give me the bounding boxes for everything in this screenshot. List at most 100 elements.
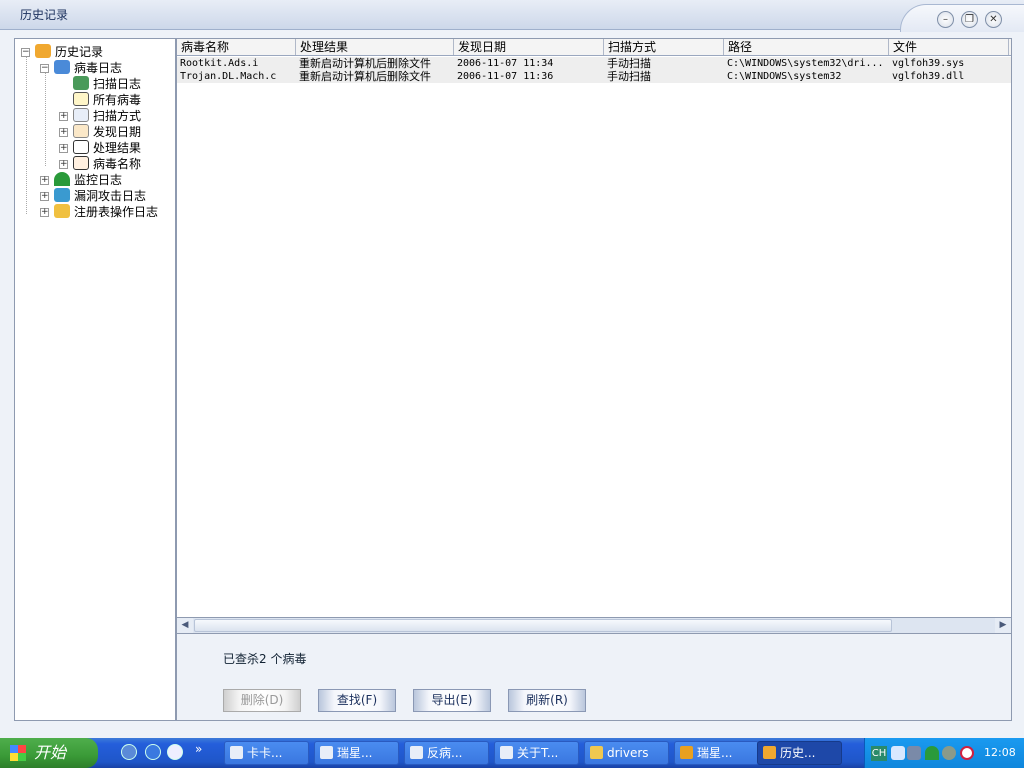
expand-virus-name[interactable]: + — [59, 160, 68, 169]
rising-lion-icon — [680, 746, 693, 759]
expand-monitor-log[interactable]: + — [40, 176, 49, 185]
expand-result[interactable]: + — [59, 144, 68, 153]
taskbar-item[interactable]: drivers — [584, 741, 669, 765]
cell-file: vglfoh39.dll — [892, 71, 965, 82]
tree-label: 病毒日志 — [74, 61, 123, 75]
document-icon — [73, 92, 89, 106]
tree-label: 扫描日志 — [93, 77, 142, 91]
language-indicator[interactable]: CH — [871, 746, 887, 761]
horizontal-scrollbar[interactable]: ◀ ▶ — [176, 617, 1012, 634]
cell-found-date: 2006-11-07 11:36 — [457, 71, 554, 82]
column-found-date[interactable]: 发现日期 — [454, 39, 604, 55]
tree-item-exploit-log[interactable]: 漏洞攻击日志 — [54, 188, 146, 204]
tree-item-all-viruses[interactable]: 所有病毒 — [73, 92, 141, 108]
restore-button[interactable]: ❐ — [961, 11, 978, 28]
table-row[interactable]: Trojan.DL.Mach.c 重新启动计算机后删除文件 2006-11-07… — [177, 70, 1011, 83]
scroll-right-arrow-icon[interactable]: ▶ — [995, 618, 1011, 633]
tree-item-found-date[interactable]: 发现日期 — [73, 124, 141, 140]
tree-item-virus-log[interactable]: 病毒日志 — [54, 60, 122, 76]
taskbar-item[interactable]: 关于T... — [494, 741, 579, 765]
export-button[interactable]: 导出(E) — [413, 689, 491, 712]
ie-icon — [500, 746, 513, 759]
tree-item-registry-log[interactable]: 注册表操作日志 — [54, 204, 158, 220]
cell-scan-mode: 手动扫描 — [607, 70, 651, 83]
task-label: drivers — [607, 746, 649, 760]
column-path[interactable]: 路径 — [724, 39, 889, 55]
close-button[interactable]: ✕ — [985, 11, 1002, 28]
cell-path: C:\WINDOWS\system32 — [727, 71, 842, 82]
taskbar-item[interactable]: 卡卡... — [224, 741, 309, 765]
taskbar-item-active[interactable]: 历史... — [757, 741, 842, 765]
task-label: 瑞星... — [337, 746, 373, 760]
expand-exploit-log[interactable]: + — [40, 192, 49, 201]
tree-label: 所有病毒 — [93, 93, 142, 107]
tree-item-scan-mode[interactable]: 扫描方式 — [73, 108, 141, 124]
rising-tray-icon[interactable] — [942, 746, 956, 760]
clipboard-icon — [73, 140, 89, 154]
system-tray: CH 12:08 — [864, 738, 1024, 768]
scrollbar-thumb[interactable] — [194, 619, 892, 632]
shield-check-icon[interactable] — [891, 746, 905, 760]
tree-item-monitor-log[interactable]: 监控日志 — [54, 172, 122, 188]
cell-virus-name: Trojan.DL.Mach.c — [180, 71, 277, 82]
tree-label: 病毒名称 — [93, 157, 142, 171]
tree-item-scan-log[interactable]: 扫描日志 — [73, 76, 141, 92]
tree-item-result[interactable]: 处理结果 — [73, 140, 141, 156]
refresh-button[interactable]: 刷新(R) — [508, 689, 586, 712]
expand-found-date[interactable]: + — [59, 128, 68, 137]
quicklaunch-desktop-icon[interactable] — [121, 744, 137, 760]
umbrella-icon — [54, 172, 70, 186]
green-book-icon — [73, 76, 89, 90]
ie-icon — [410, 746, 423, 759]
taskbar: 开始 » 卡卡... 瑞星... 反病... 关于T... drivers 瑞星… — [0, 738, 1024, 768]
shield-box-icon — [54, 188, 70, 202]
cell-found-date: 2006-11-07 11:34 — [457, 58, 554, 69]
column-virus-name[interactable]: 病毒名称 — [177, 39, 296, 55]
column-result[interactable]: 处理结果 — [296, 39, 454, 55]
taskbar-item[interactable]: 瑞星... — [314, 741, 399, 765]
tree-label: 注册表操作日志 — [74, 205, 159, 219]
collapse-root[interactable]: − — [21, 48, 30, 57]
window-title: 历史记录 — [20, 8, 69, 22]
block-icon[interactable] — [960, 746, 974, 760]
clock-icon — [73, 124, 89, 138]
folder-icon — [590, 746, 603, 759]
scroll-left-arrow-icon[interactable]: ◀ — [177, 618, 193, 633]
collapse-virus-log[interactable]: − — [40, 64, 49, 73]
cell-scan-mode: 手动扫描 — [607, 57, 651, 70]
cell-result: 重新启动计算机后删除文件 — [299, 70, 431, 83]
column-scan-mode[interactable]: 扫描方式 — [604, 39, 724, 55]
network-icon[interactable] — [907, 746, 921, 760]
find-button[interactable]: 查找(F) — [318, 689, 396, 712]
delete-button[interactable]: 删除(D) — [223, 689, 301, 712]
status-text: 已查杀2 个病毒 — [223, 652, 307, 666]
taskbar-item[interactable]: 反病... — [404, 741, 489, 765]
action-panel: 已查杀2 个病毒 删除(D) 查找(F) 导出(E) 刷新(R) — [176, 634, 1012, 721]
quicklaunch-more[interactable]: » — [195, 742, 202, 756]
column-file[interactable]: 文件 — [889, 39, 1009, 55]
task-label: 关于T... — [517, 746, 559, 760]
ie-icon — [230, 746, 243, 759]
table-row[interactable]: Rootkit.Ads.i 重新启动计算机后删除文件 2006-11-07 11… — [177, 57, 1011, 70]
expand-registry-log[interactable]: + — [40, 208, 49, 217]
expand-scan-mode[interactable]: + — [59, 112, 68, 121]
task-label: 历史... — [780, 746, 816, 760]
start-button[interactable]: 开始 — [0, 738, 98, 768]
tree-label: 扫描方式 — [93, 109, 142, 123]
tree-item-virus-name[interactable]: 病毒名称 — [73, 156, 141, 172]
title-bar: 历史记录 – ❐ ✕ — [0, 0, 1024, 32]
minimize-button[interactable]: – — [937, 11, 954, 28]
quicklaunch-ie-icon[interactable] — [145, 744, 161, 760]
tree-item-history[interactable]: 历史记录 — [35, 44, 103, 60]
task-label: 反病... — [427, 746, 463, 760]
books-icon — [35, 44, 51, 58]
umbrella-icon[interactable] — [925, 746, 939, 760]
blue-book-icon — [54, 60, 70, 74]
clock[interactable]: 12:08 — [984, 746, 1016, 759]
taskbar-item[interactable]: 瑞星... — [674, 741, 759, 765]
tree-label: 漏洞攻击日志 — [74, 189, 147, 203]
cell-file: vglfoh39.sys — [892, 58, 965, 69]
registry-icon — [54, 204, 70, 218]
tree-label: 历史记录 — [55, 45, 104, 59]
quicklaunch-media-player-icon[interactable] — [167, 744, 183, 760]
